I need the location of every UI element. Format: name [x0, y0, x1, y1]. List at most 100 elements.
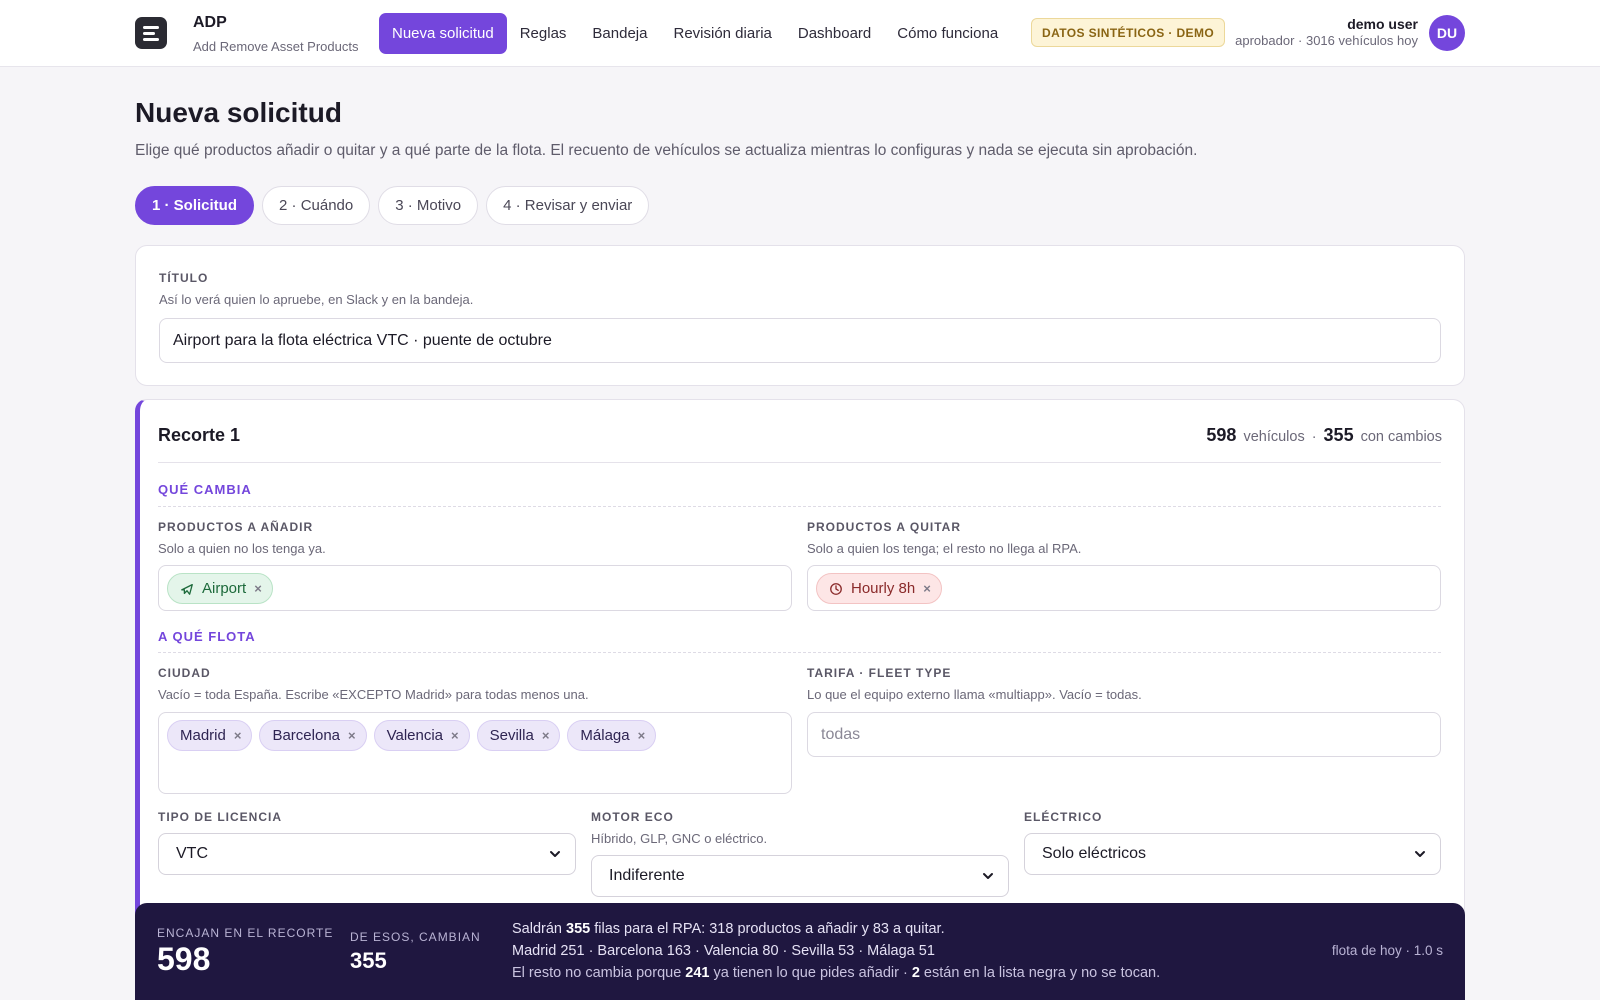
summary-text: ya tienen lo que pides añadir ·	[709, 965, 912, 981]
fleet-timing: flota de hoy · 1.0 s	[1331, 943, 1443, 958]
vehicles-count: 598	[1206, 425, 1237, 445]
electrico-label: ELÉCTRICO	[1024, 810, 1103, 824]
chip-label: Barcelona	[272, 727, 340, 744]
titulo-hint: Así lo verá quien lo apruebe, en Slack y…	[159, 292, 474, 307]
chevron-down-icon	[550, 851, 560, 857]
page-description: Elige qué productos añadir o quitar y a …	[135, 142, 1198, 159]
changes-count: 355	[1323, 425, 1354, 445]
ciudad-label: CIUDAD	[158, 666, 211, 680]
nav-como-funciona[interactable]: Cómo funciona	[884, 13, 1011, 54]
motor-label: MOTOR ECO	[591, 810, 674, 824]
plane-icon	[181, 583, 193, 595]
nav-nueva-solicitud[interactable]: Nueva solicitud	[379, 13, 507, 54]
remove-chip-icon[interactable]: ×	[638, 728, 646, 743]
vehicles-count-label: vehículos	[1243, 429, 1305, 445]
top-navigation-bar: ADP Add Remove Asset Products Nueva soli…	[0, 0, 1600, 67]
titulo-label: TÍTULO	[159, 271, 209, 285]
page-title: Nueva solicitud	[135, 97, 342, 128]
add-products-label: PRODUCTOS A AÑADIR	[158, 520, 314, 534]
nav-bandeja[interactable]: Bandeja	[579, 13, 660, 54]
app-subtitle: Add Remove Asset Products	[193, 39, 359, 54]
licencia-select[interactable]: VTC	[158, 833, 576, 875]
chip-valencia: Valencia ×	[373, 720, 470, 751]
summary-line-rows: Saldrán 355 filas para el RPA: 318 produ…	[512, 921, 945, 937]
que-cambia-divider	[158, 506, 1441, 507]
recorte-header-divider	[158, 462, 1441, 463]
counts-separator: ·	[1311, 429, 1317, 445]
chip-label: Hourly 8h	[851, 580, 916, 597]
step-revisar-enviar[interactable]: 4 · Revisar y enviar	[486, 186, 650, 225]
nav-dashboard[interactable]: Dashboard	[785, 13, 884, 54]
main-nav: Nueva solicitud Reglas Bandeja Revisión …	[379, 13, 1011, 54]
wizard-steps: 1 · Solicitud 2 · Cuándo 3 · Motivo 4 · …	[135, 186, 650, 225]
summary-blacklist-count: 2	[911, 965, 920, 981]
add-products-input[interactable]: Airport ×	[158, 565, 792, 611]
clock-icon	[830, 582, 842, 595]
motor-value: Indiferente	[609, 867, 685, 884]
remove-chip-icon[interactable]: ×	[254, 581, 262, 596]
chevron-down-icon	[1415, 851, 1425, 857]
match-value: 598	[157, 941, 211, 977]
ciudad-hint: Vacío = toda España. Escribe «EXCEPTO Ma…	[158, 687, 589, 702]
electrico-value: Solo eléctricos	[1042, 845, 1147, 862]
summary-text: están en la lista negra y no se tocan.	[919, 965, 1161, 981]
remove-chip-icon[interactable]: ×	[451, 728, 459, 743]
user-name: demo user	[1347, 16, 1418, 32]
chip-hourly-8h: Hourly 8h ×	[816, 573, 942, 604]
remove-chip-icon[interactable]: ×	[348, 728, 356, 743]
summary-text: filas para el RPA: 318 productos a añadi…	[590, 921, 945, 937]
summary-already-count: 241	[685, 965, 710, 981]
electrico-select[interactable]: Solo eléctricos	[1024, 833, 1441, 875]
remove-chip-icon[interactable]: ×	[542, 728, 550, 743]
remove-products-input[interactable]: Hourly 8h ×	[807, 565, 1441, 611]
change-label: DE ESOS, CAMBIAN	[350, 930, 481, 944]
motor-select[interactable]: Indiferente	[591, 855, 1009, 897]
summary-text: El resto no cambia porque	[512, 965, 686, 981]
chevron-down-icon	[983, 873, 993, 879]
change-value: 355	[350, 948, 387, 973]
chip-label: Airport	[202, 580, 247, 597]
motor-hint: Híbrido, GLP, GNC o eléctrico.	[591, 831, 768, 846]
step-cuando[interactable]: 2 · Cuándo	[262, 186, 371, 225]
summary-bar: ENCAJAN EN EL RECORTE 598 DE ESOS, CAMBI…	[135, 903, 1465, 1000]
chip-label: Málaga	[580, 727, 630, 744]
ciudad-input[interactable]: Madrid × Barcelona × Valencia × Sevilla × Má…	[158, 712, 792, 794]
app-logo-icon[interactable]	[135, 17, 167, 49]
chip-airport: Airport ×	[167, 573, 273, 604]
nav-revision-diaria[interactable]: Revisión diaria	[660, 13, 784, 54]
chip-barcelona: Barcelona ×	[259, 720, 367, 751]
recorte-counts: 598 vehículos · 355 con cambios	[1206, 425, 1442, 446]
summary-rows-count: 355	[566, 921, 591, 937]
remove-chip-icon[interactable]: ×	[923, 581, 931, 596]
chip-label: Valencia	[386, 727, 444, 744]
summary-line-cities: Madrid 251 · Barcelona 163 · Valencia 80…	[512, 943, 935, 959]
chip-label: Madrid	[180, 727, 226, 744]
titulo-input[interactable]: Airport para la flota eléctrica VTC · pu…	[159, 318, 1441, 363]
demo-data-badge: DATOS SINTÉTICOS · DEMO	[1031, 18, 1226, 47]
summary-line-rest: El resto no cambia porque 241 ya tienen …	[512, 965, 1160, 981]
chip-malaga: Málaga ×	[567, 720, 657, 751]
remove-products-label: PRODUCTOS A QUITAR	[807, 520, 962, 534]
chip-sevilla: Sevilla ×	[476, 720, 561, 751]
changes-count-label: con cambios	[1360, 429, 1442, 445]
licencia-label: TIPO DE LICENCIA	[158, 810, 283, 824]
nav-reglas[interactable]: Reglas	[507, 13, 580, 54]
summary-text: Saldrán	[512, 921, 567, 937]
add-products-hint: Solo a quien no los tenga ya.	[158, 541, 326, 556]
recorte-title: Recorte 1	[158, 425, 241, 445]
user-avatar[interactable]: DU	[1429, 15, 1465, 51]
a-que-flota-heading: A QUÉ FLOTA	[158, 629, 256, 644]
app-name: ADP	[193, 14, 227, 31]
match-label: ENCAJAN EN EL RECORTE	[157, 926, 334, 940]
step-motivo[interactable]: 3 · Motivo	[378, 186, 479, 225]
chip-label: Sevilla	[489, 727, 534, 744]
a-que-flota-divider	[158, 652, 1441, 653]
licencia-value: VTC	[176, 845, 208, 862]
step-solicitud[interactable]: 1 · Solicitud	[135, 186, 255, 225]
remove-products-hint: Solo a quien los tenga; el resto no lleg…	[807, 541, 1082, 556]
remove-chip-icon[interactable]: ×	[234, 728, 242, 743]
chip-madrid: Madrid ×	[167, 720, 253, 751]
tarifa-input[interactable]: todas	[807, 712, 1441, 757]
tarifa-hint: Lo que el equipo externo llama «multiapp…	[807, 687, 1142, 702]
tarifa-label: TARIFA · FLEET TYPE	[807, 666, 952, 680]
